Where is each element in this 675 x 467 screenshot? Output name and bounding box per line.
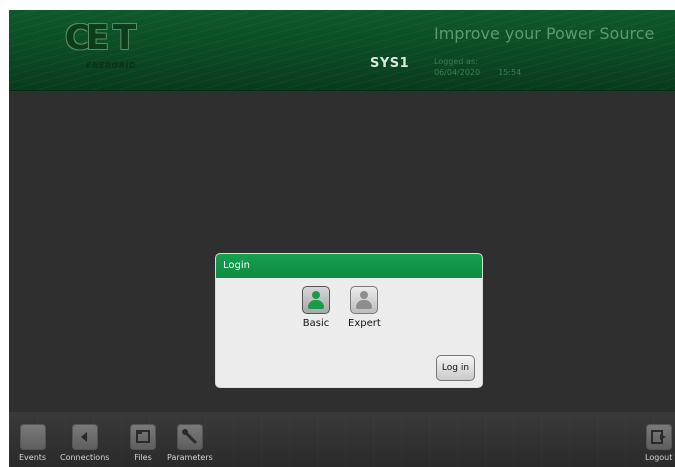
logo-wordmark: CE T xyxy=(65,18,136,58)
bottom-toolbar: Events Connections Files Parameters Logo… xyxy=(9,412,675,467)
tool-logout[interactable]: Logout xyxy=(645,424,672,462)
company-logo: CE T ENERGRID xyxy=(65,20,165,78)
time-text: 15:54 xyxy=(498,68,522,77)
role-expert[interactable]: Expert xyxy=(348,286,381,329)
person-icon xyxy=(360,291,369,299)
tool-connections[interactable]: Connections xyxy=(60,424,109,462)
system-name: SYS1 xyxy=(370,56,410,71)
tool-label: Events xyxy=(19,453,47,462)
basic-user-button[interactable] xyxy=(302,286,330,314)
role-label: Basic xyxy=(302,318,330,329)
date-text: 06/04/2020 xyxy=(434,68,481,77)
tool-label: Files xyxy=(134,453,152,462)
tool-label: Parameters xyxy=(167,453,213,462)
app-frame: CE T ENERGRID SYS1 Improve your Power So… xyxy=(9,10,675,467)
login-dialog: Login Basic Expert Log in xyxy=(216,254,482,387)
tool-events[interactable]: Events xyxy=(19,424,46,462)
header-bar: CE T ENERGRID SYS1 Improve your Power So… xyxy=(9,10,675,91)
tagline: Improve your Power Source xyxy=(434,24,655,43)
logo-subtitle: ENERGRID xyxy=(86,61,137,70)
login-status: Logged as: 06/04/2020 15:54 xyxy=(434,56,521,78)
dialog-title: Login xyxy=(216,254,482,278)
events-icon[interactable] xyxy=(19,424,46,450)
datetime: 06/04/2020 15:54 xyxy=(434,67,521,78)
tool-parameters[interactable]: Parameters xyxy=(167,424,213,462)
log-in-button[interactable]: Log in xyxy=(436,355,475,381)
logout-icon[interactable] xyxy=(645,424,672,450)
wrench-icon[interactable] xyxy=(176,424,203,450)
connections-icon[interactable] xyxy=(71,424,98,450)
person-icon xyxy=(312,291,320,299)
tool-files[interactable]: Files xyxy=(130,424,156,462)
tool-label: Logout xyxy=(645,453,673,462)
tool-label: Connections xyxy=(60,453,110,462)
role-label: Expert xyxy=(348,318,381,329)
logged-as-label: Logged as: xyxy=(434,57,478,66)
role-basic[interactable]: Basic xyxy=(302,286,330,329)
files-icon[interactable] xyxy=(130,424,156,450)
expert-user-button[interactable] xyxy=(350,286,379,314)
